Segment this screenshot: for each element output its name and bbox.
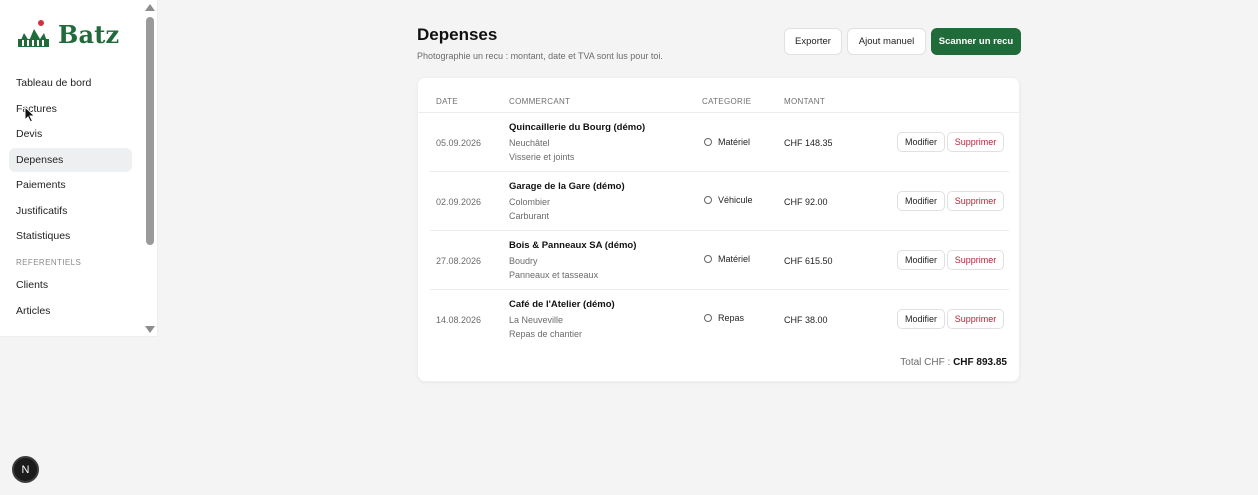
delete-button[interactable]: Supprimer [947,132,1004,152]
logo-mark-icon [16,19,50,49]
scroll-thumb[interactable] [146,17,154,245]
delete-button[interactable]: Supprimer [947,191,1004,211]
sidebar-section-referentiels: REFERENTIELS [16,258,82,267]
scan-receipt-button[interactable]: Scanner un recu [931,28,1021,55]
scroll-up-arrow-icon[interactable] [145,4,155,11]
manual-add-button[interactable]: Ajout manuel [847,28,926,55]
merchant-name: Café de l'Atelier (démo) [509,299,615,310]
row-amount: CHF 38.00 [784,315,828,325]
merchant-name: Bois & Panneaux SA (démo) [509,240,637,251]
dev-tools-badge-icon[interactable]: N [12,456,39,483]
row-category: Matériel [704,137,750,147]
sidebar: Batz Tableau de bord Factures Devis Depe… [0,0,158,337]
row-date: 27.08.2026 [436,256,482,266]
category-label: Véhicule [718,195,753,205]
sidebar-item-payments[interactable]: Paiements [9,173,132,197]
edit-button[interactable]: Modifier [897,191,945,211]
total-value: CHF 893.85 [953,357,1007,368]
dev-badge-letter: N [21,463,30,476]
row-date: 02.09.2026 [436,197,482,207]
row-amount: CHF 148.35 [784,138,833,148]
sidebar-item-statistics[interactable]: Statistiques [9,224,132,248]
merchant-note: Repas de chantier [509,329,583,339]
merchant-name: Garage de la Gare (démo) [509,181,625,192]
edit-button[interactable]: Modifier [897,132,945,152]
delete-button[interactable]: Supprimer [947,250,1004,270]
table-row: 27.08.2026 Bois & Panneaux SA (démo) Bou… [430,231,1009,290]
merchant-note: Panneaux et tasseaux [509,270,599,280]
category-circle-icon [704,314,712,322]
row-date: 05.09.2026 [436,138,482,148]
edit-button[interactable]: Modifier [897,250,945,270]
row-category: Véhicule [704,195,753,205]
row-merchant: Garage de la Gare (démo) Colombier Carbu… [509,181,625,223]
sidebar-item-expenses[interactable]: Depenses [9,147,132,172]
expenses-card: DATE COMMERCANT CATEGORIE MONTANT 05.09.… [417,77,1020,382]
merchant-city: Boudry [509,256,538,266]
row-merchant: Café de l'Atelier (démo) La Neuveville R… [509,299,615,341]
edit-button[interactable]: Modifier [897,309,945,329]
table-header: DATE COMMERCANT CATEGORIE MONTANT [418,78,1019,113]
page-subtitle: Photographie un recu : montant, date et … [417,51,663,61]
merchant-note: Carburant [509,211,550,221]
sidebar-item-receipts[interactable]: Justificatifs [9,199,132,223]
sidebar-item-articles[interactable]: Articles [9,299,132,323]
table-row: 02.09.2026 Garage de la Gare (démo) Colo… [430,172,1009,231]
page-title: Depenses [417,25,498,44]
merchant-city: La Neuveville [509,315,564,325]
column-date: DATE [436,97,458,106]
row-merchant: Quincaillerie du Bourg (démo) Neuchâtel … [509,122,645,164]
table-row: 14.08.2026 Café de l'Atelier (démo) La N… [430,290,1009,349]
column-merchant: COMMERCANT [509,97,571,106]
merchant-city: Colombier [509,197,551,207]
merchant-city: Neuchâtel [509,138,550,148]
category-label: Repas [718,313,745,323]
merchant-note: Visserie et joints [509,152,575,162]
category-circle-icon [704,196,712,204]
row-merchant: Bois & Panneaux SA (démo) Boudry Panneau… [509,240,636,282]
total-amount: Total CHF : CHF 893.85 [900,357,1007,368]
category-circle-icon [704,255,712,263]
row-category: Repas [704,313,744,323]
column-category: CATEGORIE [702,97,752,106]
merchant-name: Quincaillerie du Bourg (démo) [509,122,646,133]
export-button[interactable]: Exporter [784,28,842,55]
mouse-cursor-icon [24,105,36,128]
column-amount: MONTANT [784,97,826,106]
total-label: Total CHF : [900,357,951,368]
row-amount: CHF 92.00 [784,197,828,207]
table-row: 05.09.2026 Quincaillerie du Bourg (démo)… [430,113,1009,172]
row-category: Matériel [704,254,750,264]
sidebar-scrollbar[interactable] [143,0,157,337]
brand-name: Batz [58,19,120,49]
category-label: Matériel [718,137,751,147]
delete-button[interactable]: Supprimer [947,309,1004,329]
scroll-down-arrow-icon[interactable] [145,326,155,333]
row-amount: CHF 615.50 [784,256,833,266]
sidebar-item-dashboard[interactable]: Tableau de bord [9,71,132,95]
brand-logo[interactable]: Batz [16,19,119,49]
row-date: 14.08.2026 [436,315,482,325]
sidebar-item-clients[interactable]: Clients [9,273,132,297]
category-circle-icon [704,138,712,146]
category-label: Matériel [718,254,751,264]
